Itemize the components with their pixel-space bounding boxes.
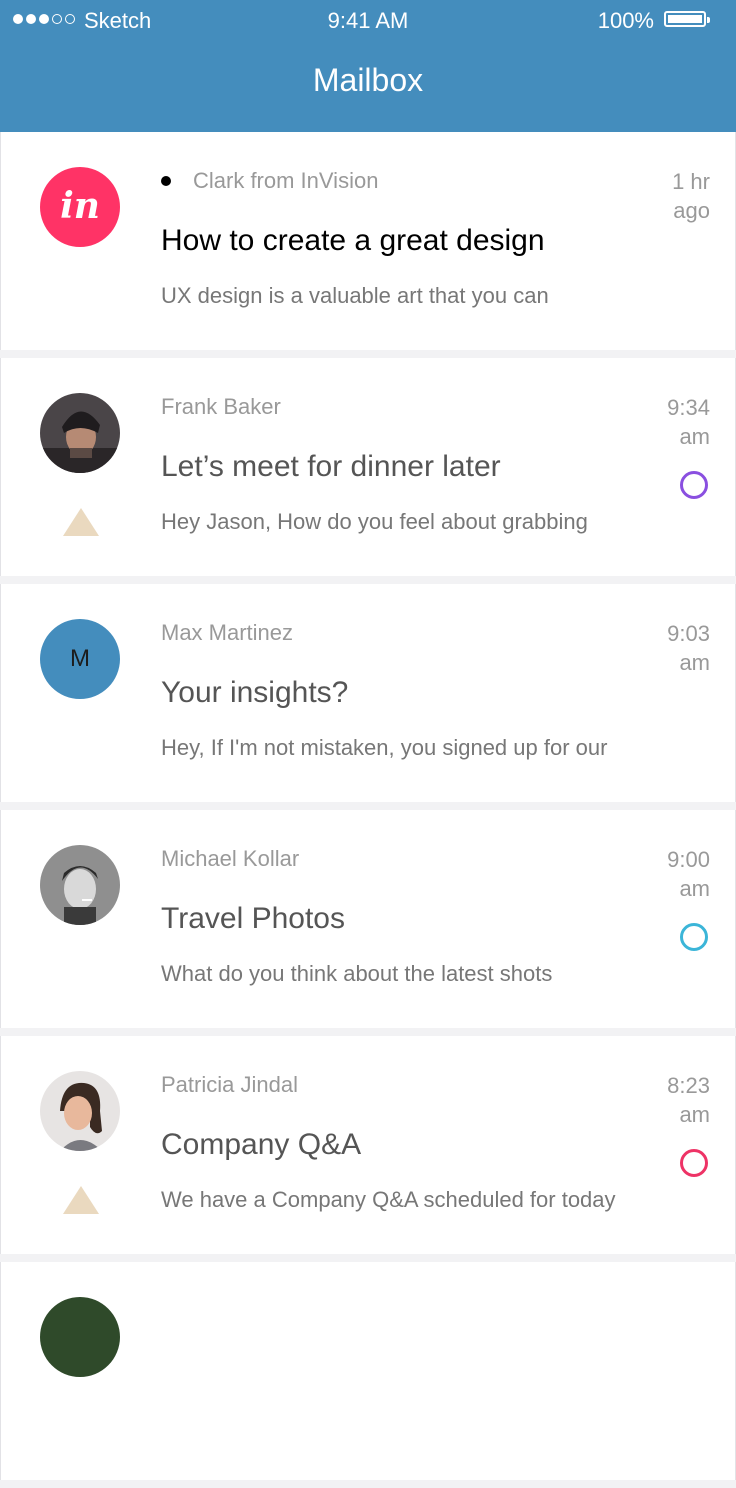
message-subject: Your insights? (161, 676, 349, 709)
app-header: Sketch 9:41 AM 100% Mailbox (0, 0, 736, 132)
message-time: 1 hr ago (672, 169, 710, 223)
battery-icon (664, 11, 710, 27)
message-row[interactable]: in Clark from InVision How to create a g… (0, 132, 736, 350)
message-sender: Clark from InVision (193, 168, 379, 193)
message-time: 9:34 am (667, 395, 710, 449)
message-preview: We have a Company Q&A scheduled for toda… (161, 1187, 616, 1212)
message-row[interactable]: Patricia Jindal Company Q&A We have a Co… (0, 1036, 736, 1254)
status-ring-icon (680, 1149, 708, 1177)
message-row[interactable]: M Max Martinez Your insights? Hey, If I'… (0, 584, 736, 802)
message-preview: Hey, If I'm not mistaken, you signed up … (161, 735, 608, 760)
avatar: M (40, 619, 120, 699)
flag-triangle-icon (63, 1186, 99, 1214)
message-row[interactable] (0, 1262, 736, 1480)
message-time: 8:23 am (667, 1073, 710, 1127)
message-preview: What do you think about the latest shots (161, 961, 553, 986)
message-preview: UX design is a valuable art that you can (161, 283, 549, 308)
avatar (40, 393, 120, 473)
message-row[interactable]: Frank Baker Let’s meet for dinner later … (0, 358, 736, 576)
status-ring-icon (680, 923, 708, 951)
message-sender: Michael Kollar (161, 846, 300, 871)
message-time: 9:00 am (667, 847, 710, 901)
avatar (40, 845, 120, 925)
battery-percent: 100% (597, 8, 654, 33)
message-sender: Patricia Jindal (161, 1072, 298, 1097)
message-subject: Company Q&A (161, 1128, 362, 1161)
message-sender: Frank Baker (161, 394, 281, 419)
message-subject: Let’s meet for dinner later (161, 450, 501, 483)
message-list[interactable]: in Clark from InVision How to create a g… (0, 132, 736, 1488)
message-subject: Travel Photos (161, 902, 345, 935)
message-row[interactable]: Michael Kollar Travel Photos What do you… (0, 810, 736, 1028)
avatar (40, 1297, 120, 1377)
page-title: Mailbox (312, 62, 424, 98)
message-preview: Hey Jason, How do you feel about grabbin… (161, 509, 588, 534)
message-time: 9:03 am (667, 621, 710, 675)
unread-dot-icon (161, 176, 171, 186)
avatar (40, 1071, 120, 1151)
flag-triangle-icon (63, 508, 99, 536)
message-subject: How to create a great design (161, 224, 545, 257)
message-sender: Max Martinez (161, 620, 294, 645)
invision-logo-avatar: in (40, 167, 120, 247)
status-ring-icon (680, 471, 708, 499)
status-bar: Sketch 9:41 AM 100% (0, 0, 736, 42)
